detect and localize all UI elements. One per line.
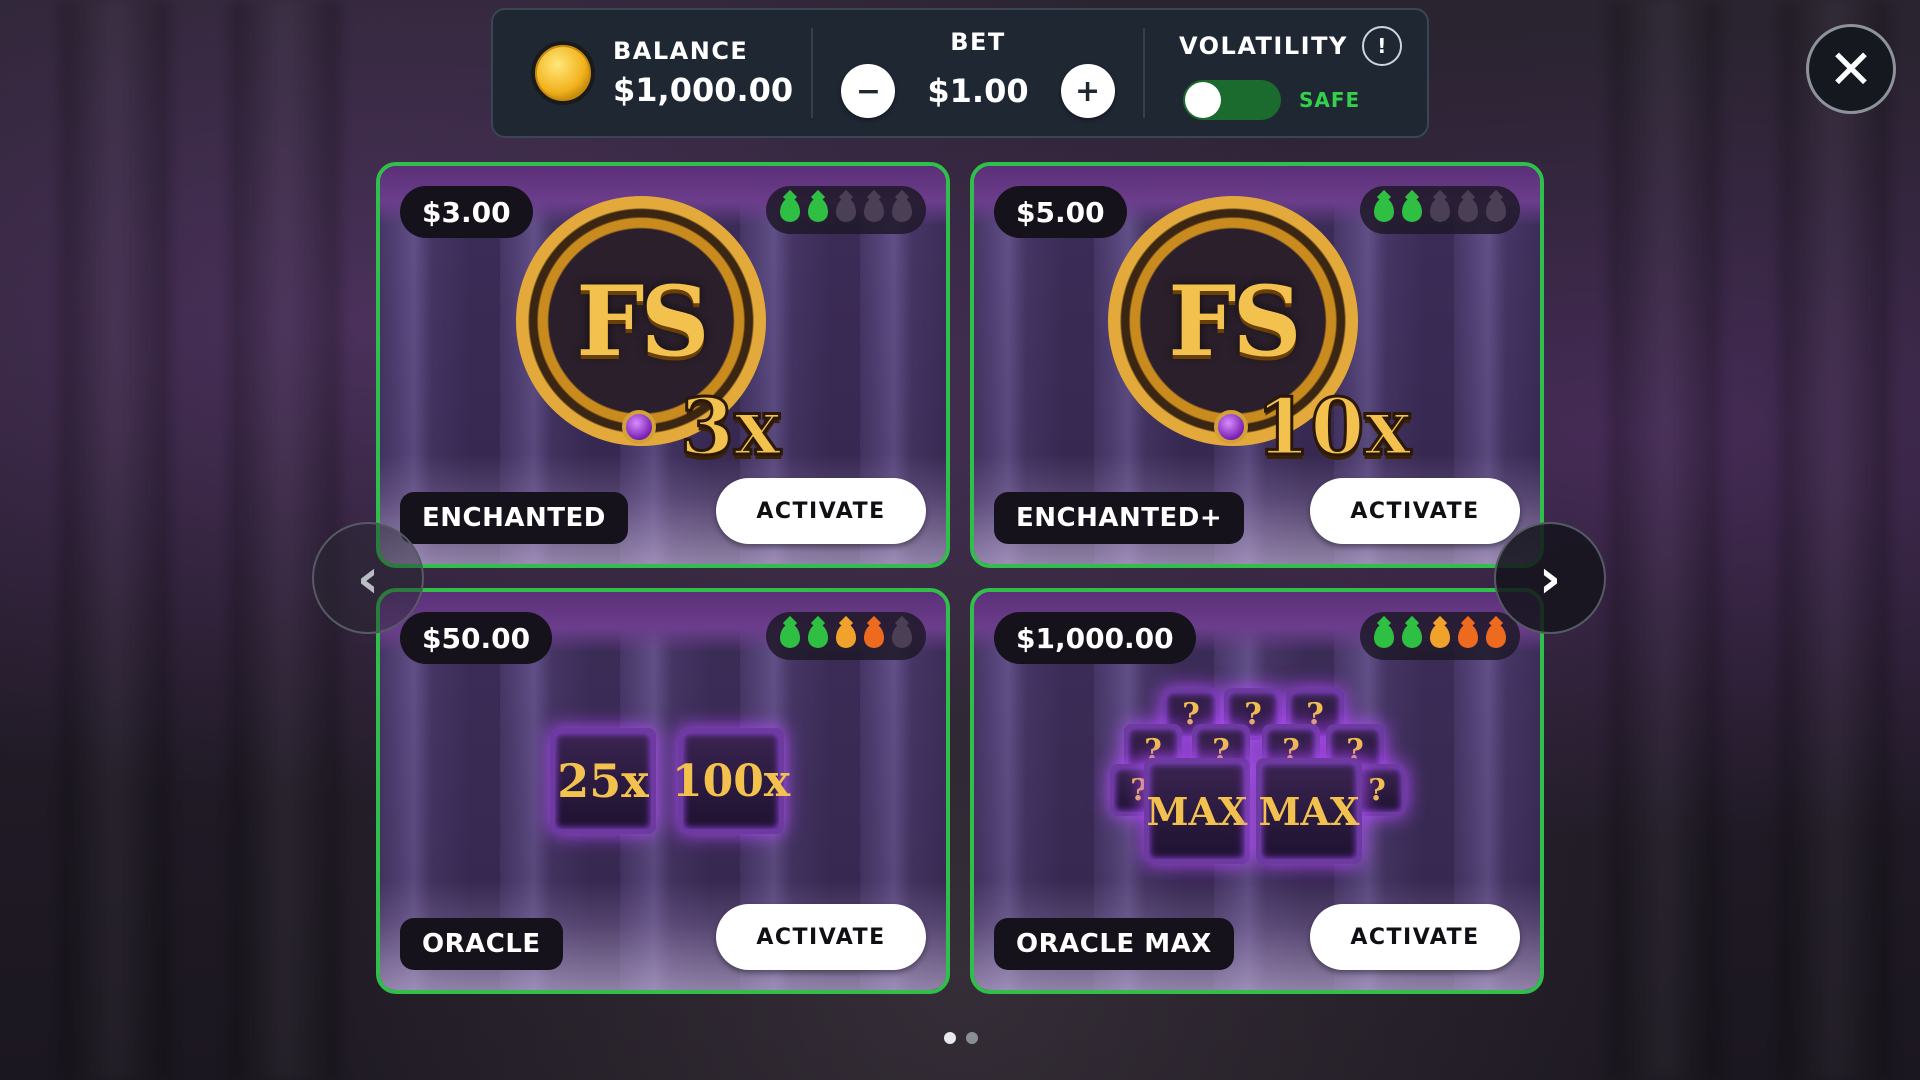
background-pillar — [1780, 0, 1890, 1080]
chest-icon: MAX — [1144, 758, 1250, 864]
page-dot-1[interactable] — [944, 1032, 956, 1044]
card-price: $50.00 — [400, 612, 553, 664]
card-price: $3.00 — [400, 186, 533, 238]
drop-icon — [836, 198, 856, 222]
volatility-indicator — [1360, 612, 1520, 660]
drop-icon — [1374, 624, 1394, 648]
bet-increase-button[interactable]: + — [1060, 64, 1115, 118]
bet-label: BET — [950, 28, 1006, 56]
chest-icon: MAX — [1256, 758, 1362, 864]
volatility-info-button[interactable]: ! — [1361, 26, 1402, 66]
chest-icon: 25x — [550, 728, 656, 834]
multiplier-label: 10x — [1254, 381, 1412, 475]
activate-button[interactable]: ACTIVATE — [1310, 478, 1520, 544]
drop-icon — [892, 198, 912, 222]
balance-section: BALANCE $1,000.00 — [493, 10, 811, 136]
drop-icon — [1458, 198, 1478, 222]
activate-button[interactable]: ACTIVATE — [716, 904, 926, 970]
medallion-text: FS — [1168, 264, 1301, 378]
toggle-knob — [1185, 82, 1221, 118]
activate-button[interactable]: ACTIVATE — [716, 478, 926, 544]
balance-value: $1,000.00 — [613, 71, 794, 109]
chest-icon: 100x — [672, 728, 790, 834]
volatility-indicator — [766, 612, 926, 660]
drop-icon — [808, 624, 828, 648]
drop-icon — [808, 198, 828, 222]
medallion-text: FS — [576, 264, 709, 378]
card-price: $5.00 — [994, 186, 1127, 238]
card-price: $1,000.00 — [994, 612, 1196, 664]
pagination-dots — [944, 1032, 978, 1044]
drop-icon — [780, 198, 800, 222]
gem-icon — [1214, 410, 1248, 444]
free-spins-medallion-icon: FS 10x — [1108, 196, 1413, 475]
coin-icon — [531, 41, 595, 105]
feature-card-enchanted-plus: $5.00 FS 10x ENCHANTED+ ACTIVATE — [970, 162, 1544, 568]
drop-icon — [1430, 198, 1450, 222]
bet-decrease-button[interactable]: − — [841, 64, 896, 118]
volatility-section: VOLATILITY ! SAFE — [1145, 10, 1402, 136]
feature-card-oracle-max: $1,000.00 ? ? ? ? ? ? ? ? ? MAX MAX ORAC… — [970, 588, 1544, 994]
volatility-toggle[interactable] — [1183, 80, 1281, 120]
bet-section: BET − $1.00 + — [813, 10, 1143, 136]
free-spins-medallion-icon: FS 3x — [516, 196, 782, 475]
drop-icon — [1486, 624, 1506, 648]
feature-card-oracle: $50.00 25x 100x ORACLE ACTIVATE — [376, 588, 950, 994]
previous-page-button[interactable]: ‹ — [312, 522, 424, 634]
gem-icon — [622, 410, 656, 444]
background-pillar — [1610, 0, 1720, 1080]
background-pillar — [230, 0, 340, 1080]
card-name: ORACLE — [400, 918, 563, 970]
drop-icon — [1402, 624, 1422, 648]
drop-icon — [1430, 624, 1450, 648]
drop-icon — [1458, 624, 1478, 648]
page-dot-2[interactable] — [966, 1032, 978, 1044]
card-name: ENCHANTED+ — [994, 492, 1245, 544]
close-button[interactable]: ✕ — [1806, 24, 1896, 114]
drop-icon — [864, 624, 884, 648]
drop-icon — [780, 624, 800, 648]
drop-icon — [836, 624, 856, 648]
multiplier-label: 3x — [679, 381, 783, 475]
drop-icon — [1402, 198, 1422, 222]
background-pillar — [60, 0, 170, 1080]
volatility-indicator — [766, 186, 926, 234]
feature-card-enchanted: $3.00 FS 3x ENCHANTED ACTIVATE — [376, 162, 950, 568]
bet-value: $1.00 — [927, 72, 1029, 110]
drop-icon — [1374, 198, 1394, 222]
drop-icon — [892, 624, 912, 648]
drop-icon — [864, 198, 884, 222]
volatility-label: VOLATILITY — [1179, 32, 1348, 60]
card-name: ENCHANTED — [400, 492, 628, 544]
next-page-button[interactable]: › — [1494, 522, 1606, 634]
activate-button[interactable]: ACTIVATE — [1310, 904, 1520, 970]
volatility-indicator — [1360, 186, 1520, 234]
volatility-mode-label: SAFE — [1299, 88, 1361, 112]
drop-icon — [1486, 198, 1506, 222]
card-name: ORACLE MAX — [994, 918, 1234, 970]
top-bar: BALANCE $1,000.00 BET − $1.00 + VOLATILI… — [491, 8, 1429, 138]
balance-label: BALANCE — [613, 37, 749, 65]
